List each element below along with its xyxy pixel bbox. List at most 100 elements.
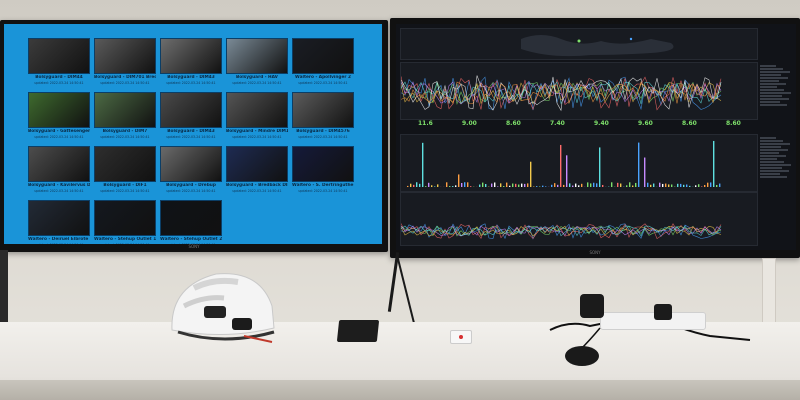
legend-entry — [760, 74, 781, 76]
bar — [428, 182, 430, 187]
camera-tile[interactable]: Bolsyguard - Gattesengen DIM4973updated:… — [28, 92, 90, 142]
camera-caption: Bolsyguard - DIM44 — [35, 75, 83, 80]
left-monitor-brand: SONY — [188, 244, 200, 249]
camera-dashboard-screen: Bolsyguard - DIM44 updated: 2022-03-24 14… — [4, 24, 382, 244]
bar — [710, 182, 712, 187]
camera-thumbnail[interactable] — [292, 92, 354, 128]
camera-tile[interactable]: Bolsyguard - Kavilervus DIM2524updated: … — [28, 146, 90, 196]
bar — [530, 161, 532, 187]
bar — [680, 183, 682, 187]
bar — [572, 185, 574, 187]
legend-entry — [760, 89, 784, 91]
camera-thumbnail[interactable] — [160, 38, 222, 74]
camera-caption: Bolsyguard - DIM4576 — [296, 129, 350, 134]
legend-entry — [760, 155, 786, 157]
camera-timestamp: updated: 2022-03-24 14:50:41 — [100, 135, 150, 139]
bar — [698, 184, 700, 187]
series-line — [400, 76, 722, 111]
camera-tile[interactable]: Bolsyguard - DIM701 Bredbyckupdated: 202… — [94, 38, 156, 88]
bar — [569, 183, 571, 187]
legend-entry — [760, 83, 786, 85]
bar — [599, 147, 601, 187]
camera-thumbnail[interactable] — [28, 146, 90, 182]
camera-tile[interactable]: Bolsyguard - DIM44 updated: 2022-03-24 14… — [28, 38, 90, 88]
bar — [647, 182, 649, 187]
bar — [617, 182, 619, 187]
bar — [638, 142, 640, 187]
camera-tile[interactable]: Bolsyguard - Drebup updated: 2022-03-24 1… — [160, 146, 222, 196]
camera-tile[interactable]: Bolsyguard - Bredback DIM4176updated: 20… — [226, 146, 288, 196]
legend-entry — [760, 140, 783, 142]
camera-tile[interactable]: Bolsyguard - DIM7 updated: 2022-03-24 14:… — [94, 92, 156, 142]
camera-timestamp: updated: 2022-03-24 14:50:41 — [232, 135, 282, 139]
camera-tile[interactable]: Bolsyguard - DIM4576 updated: 2022-03-24 … — [292, 92, 354, 142]
camera-tile[interactable]: Waltero - Stehup Outlet 2updated: 2022-0… — [160, 200, 222, 244]
camera-thumbnail[interactable] — [160, 146, 222, 182]
camera-thumbnail[interactable] — [160, 200, 222, 236]
bar — [701, 186, 703, 187]
bar — [581, 183, 583, 187]
camera-grid: Bolsyguard - DIM44 updated: 2022-03-24 14… — [28, 38, 354, 244]
metrics-dashboard-screen: 11.6 9.00 8.60 7.40 9.40 9.60 8.60 8.60 — [396, 24, 796, 250]
legend-entry — [760, 170, 789, 172]
legend-entry — [760, 167, 782, 169]
bar — [704, 184, 706, 187]
camera-tile[interactable]: Waltero - Apollvinger 2 updated: 2022-03-… — [292, 38, 354, 88]
bar — [578, 185, 580, 187]
bar — [482, 182, 484, 187]
bar — [452, 186, 454, 187]
desk-edge — [0, 380, 800, 400]
camera-caption: Bolsyguard - Gattesengen DIM4973 — [28, 129, 90, 134]
camera-thumbnail[interactable] — [28, 200, 90, 236]
camera-thumbnail[interactable] — [226, 146, 288, 182]
camera-thumbnail[interactable] — [28, 92, 90, 128]
camera-caption: Bolsyguard - Bredback DIM4176 — [226, 183, 288, 188]
bar — [668, 184, 670, 187]
bar — [554, 183, 556, 187]
bar — [458, 174, 460, 187]
bar — [716, 184, 718, 187]
bar — [515, 183, 517, 187]
legend-entry — [760, 146, 781, 148]
stat-value: 7.40 — [550, 120, 565, 127]
legend-entry — [760, 161, 784, 163]
camera-thumbnail[interactable] — [292, 38, 354, 74]
remote-control — [336, 320, 380, 342]
camera-thumbnail[interactable] — [292, 146, 354, 182]
camera-thumbnail[interactable] — [94, 38, 156, 74]
camera-thumbnail[interactable] — [94, 92, 156, 128]
camera-thumbnail[interactable] — [226, 38, 288, 74]
camera-timestamp: updated: 2022-03-24 14:50:41 — [232, 81, 282, 85]
camera-caption: Waltero - Apollvinger 2 — [295, 75, 351, 80]
bar — [503, 186, 505, 187]
bar — [419, 183, 421, 187]
camera-thumbnail[interactable] — [226, 92, 288, 128]
camera-thumbnail[interactable] — [94, 200, 156, 236]
camera-thumbnail[interactable] — [160, 92, 222, 128]
bar — [560, 144, 562, 187]
camera-tile[interactable]: Bolsyguard - HAV updated: 2022-03-24 14:5… — [226, 38, 288, 88]
left-monitor: Bolsyguard - DIM44 updated: 2022-03-24 14… — [0, 20, 388, 252]
legend-entry — [760, 80, 779, 82]
legend-entry — [760, 173, 780, 175]
camera-tile[interactable]: Waltero - Stehup Outlet 1updated: 2022-0… — [94, 200, 156, 244]
camera-tile[interactable]: Bolsyguard - DIM43 updated: 2022-03-24 14… — [160, 92, 222, 142]
line-chart-top — [400, 75, 722, 112]
camera-tile[interactable]: Bolsyguard - DIF1 updated: 2022-03-24 14:… — [94, 146, 156, 196]
camera-thumbnail[interactable] — [94, 146, 156, 182]
camera-tile[interactable]: Bolsyguard - DIM43 updated: 2022-03-24 14… — [160, 38, 222, 88]
legend-entry — [760, 86, 777, 88]
stat-value: 9.40 — [594, 120, 609, 127]
camera-timestamp: updated: 2022-03-24 14:50:41 — [166, 135, 216, 139]
bar — [497, 186, 499, 187]
line-chart-bottom — [400, 223, 722, 240]
camera-timestamp: updated: 2022-03-24 14:50:41 — [298, 135, 348, 139]
camera-tile[interactable]: Waltero - S. Dertringuthe Holsterud DIM2… — [292, 146, 354, 196]
legend-entry — [760, 98, 789, 100]
camera-caption: Bolsyguard - DIF1 — [103, 183, 147, 188]
camera-thumbnail[interactable] — [28, 38, 90, 74]
stat-value: 9.00 — [462, 120, 477, 127]
bar — [425, 186, 427, 187]
camera-tile[interactable]: Waltero - Deiruel Elbröte Inlesseupdated… — [28, 200, 90, 244]
camera-tile[interactable]: Bolsyguard - Mindre DIM1421updated: 2022… — [226, 92, 288, 142]
